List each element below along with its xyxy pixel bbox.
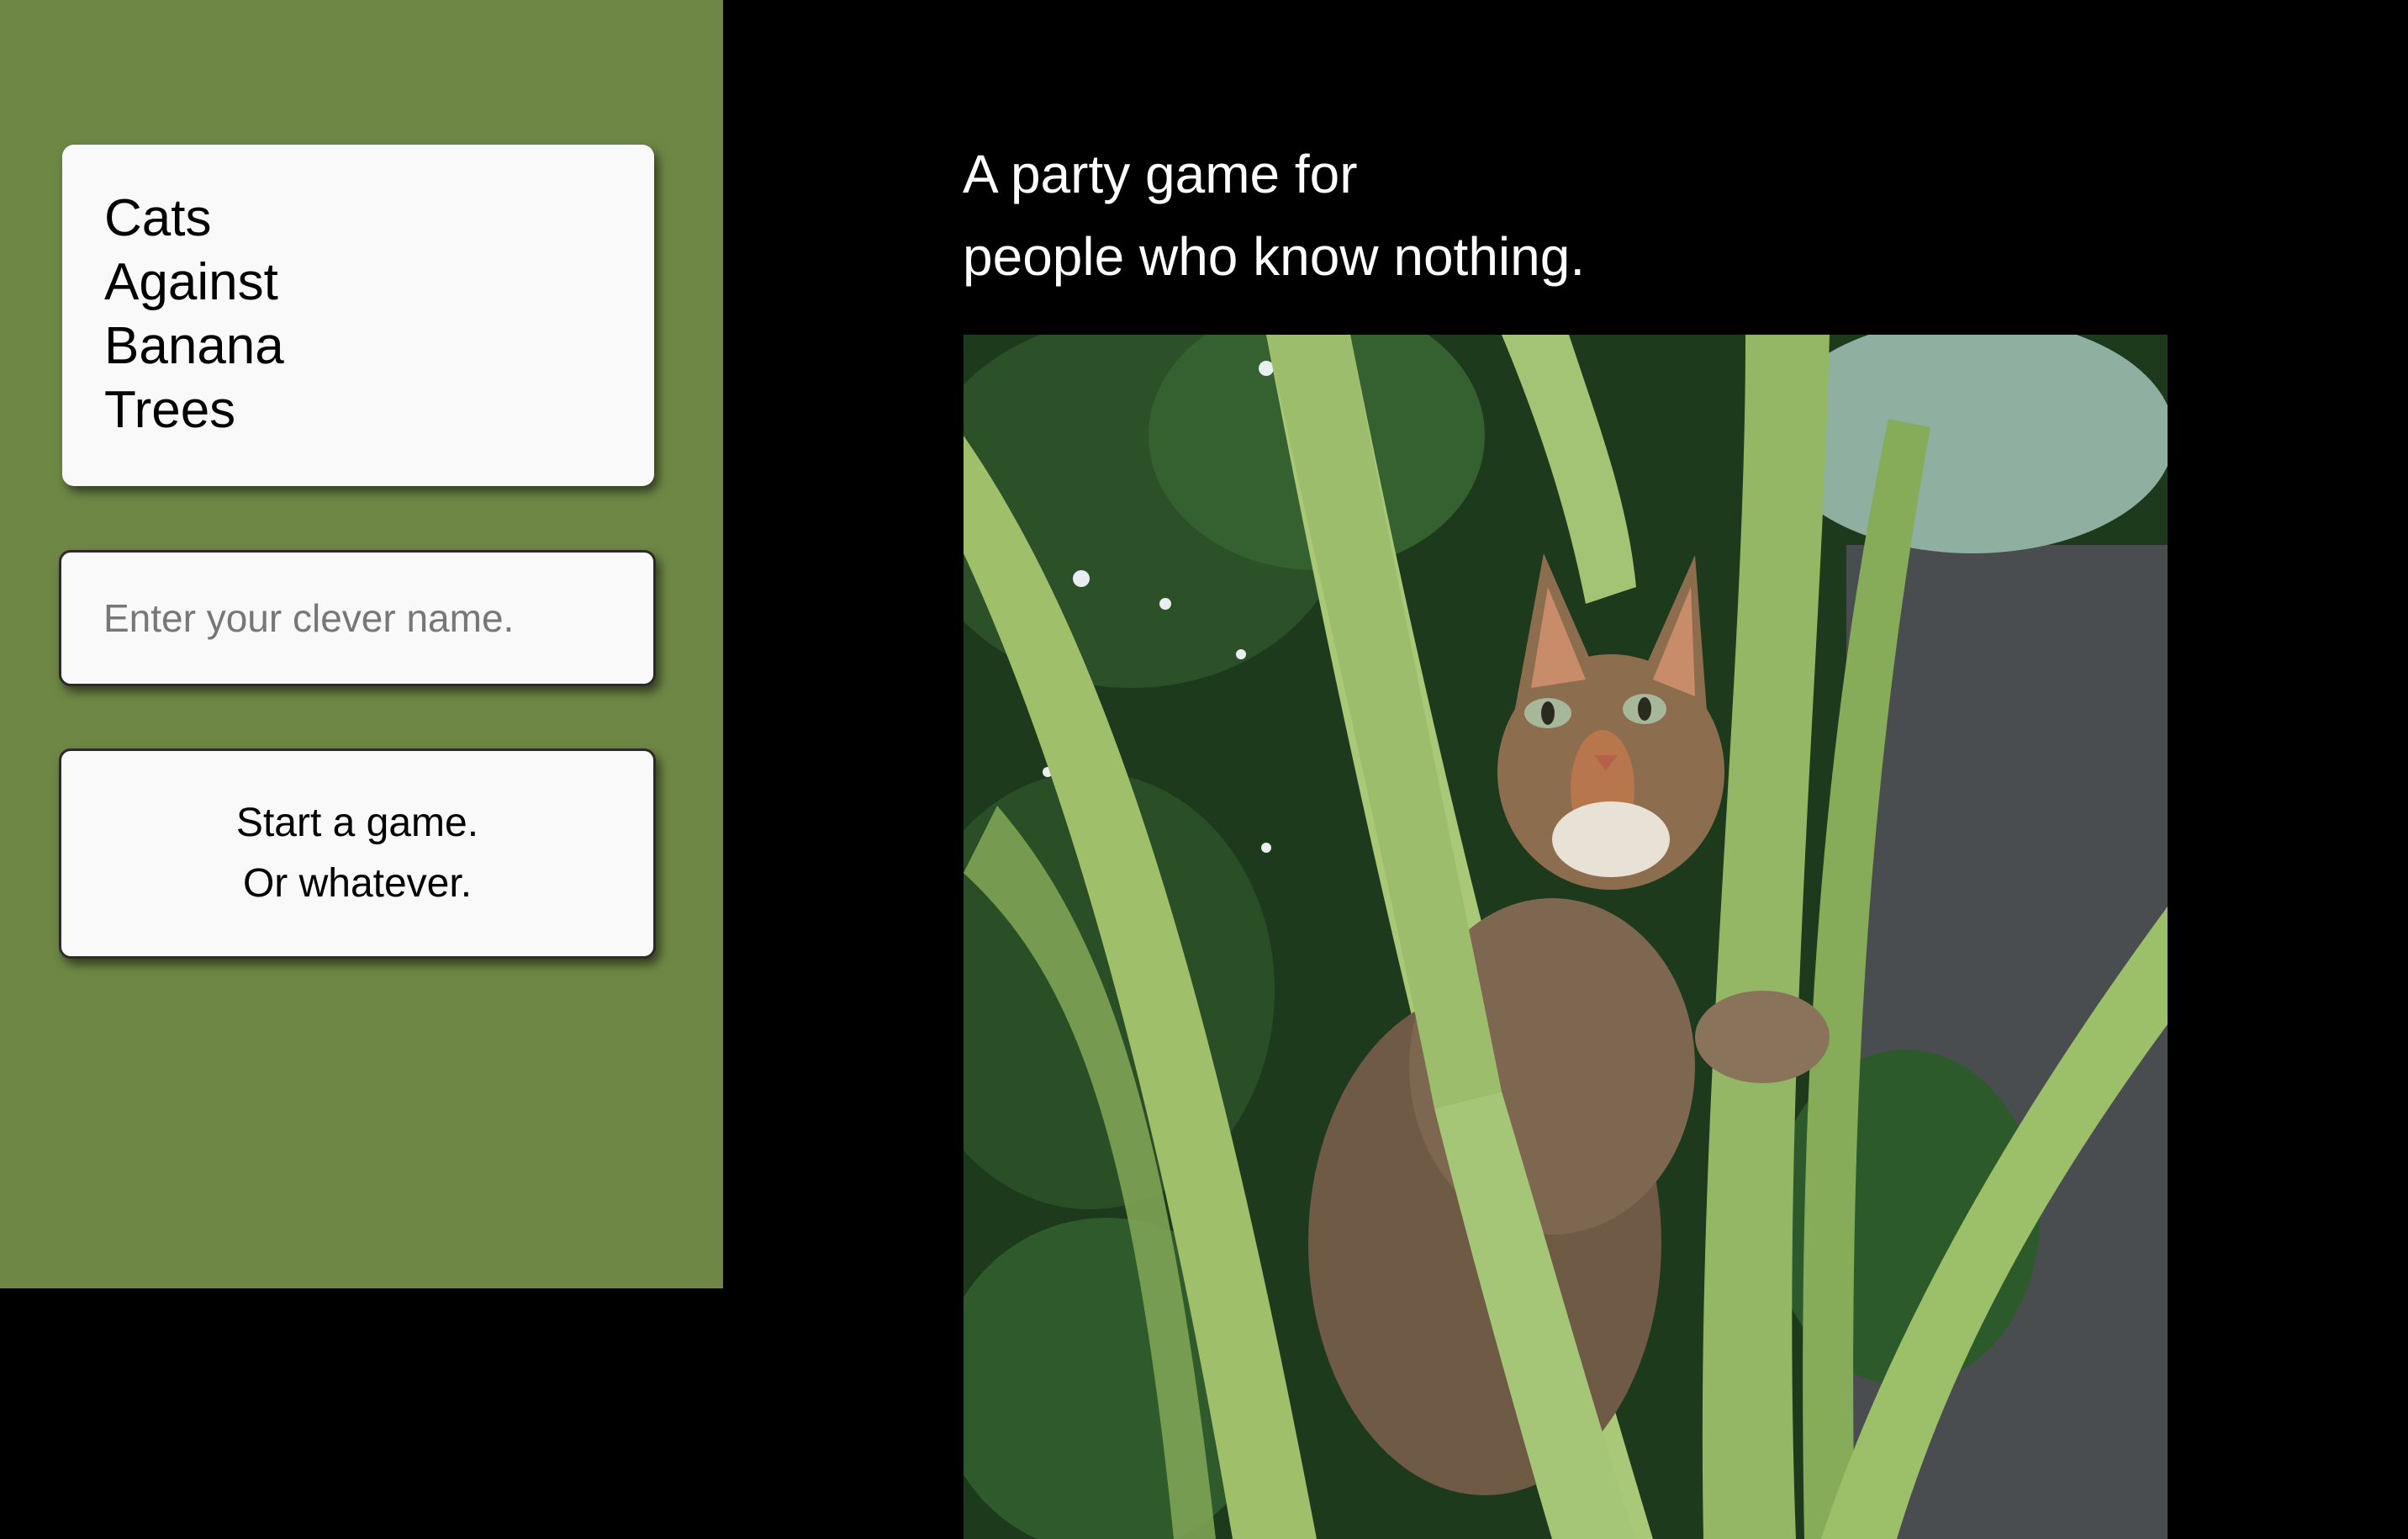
game-logo-card: Cats Against Banana Trees (62, 145, 654, 486)
page: Cats Against Banana Trees Start a game. … (0, 0, 2408, 1539)
start-button-label-line1: Start a game. (235, 801, 479, 845)
cat-in-banana-tree-photo (964, 335, 2168, 1539)
tagline-line1: A party game for (963, 144, 1358, 204)
logo-line-banana: Banana (104, 317, 284, 375)
logo-line-cats: Cats (104, 189, 212, 247)
start-button-label-line2: Or whatever. (242, 861, 473, 906)
tagline-line2: people who know nothing. (963, 226, 1586, 287)
tagline: A party game for people who know nothing… (963, 133, 2056, 298)
player-name-input[interactable] (59, 550, 656, 686)
logo-line-trees: Trees (104, 381, 236, 439)
start-game-button[interactable]: Start a game. Or whatever. (59, 748, 656, 959)
photo-illustration (964, 335, 2168, 1539)
sidebar-panel: Cats Against Banana Trees Start a game. … (0, 0, 723, 1288)
logo-line-against: Against (104, 253, 278, 311)
